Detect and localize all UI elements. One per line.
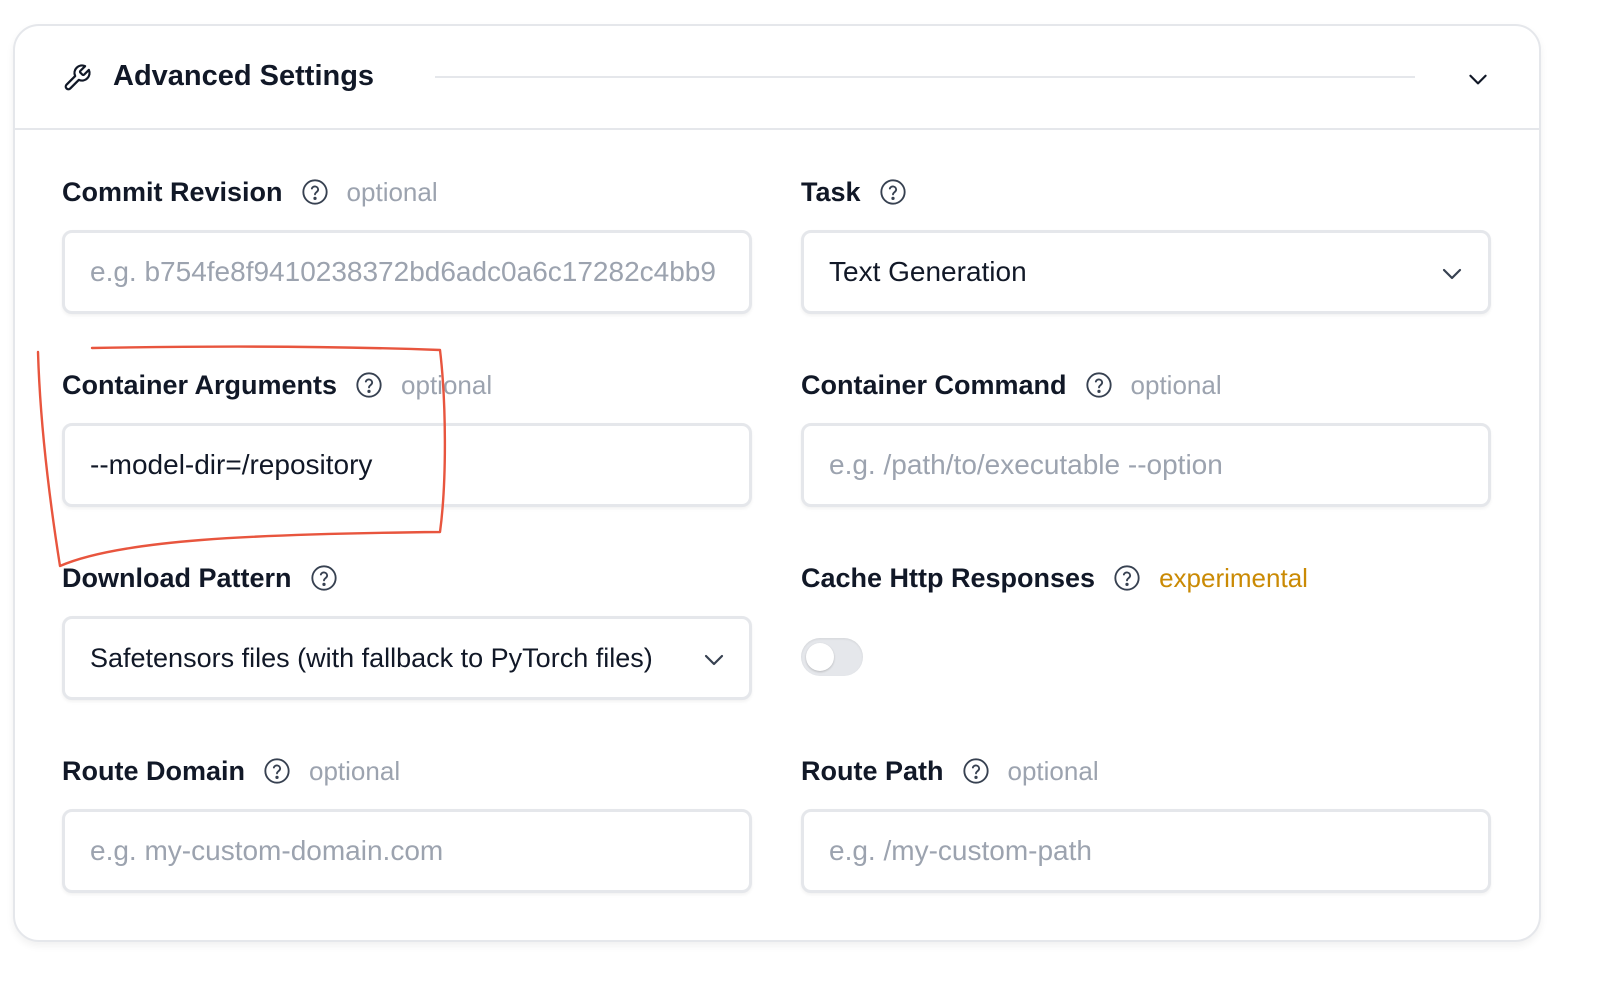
container-arguments-value: --model-dir=/repository: [90, 449, 373, 480]
commit-revision-placeholder: e.g. b754fe8f9410238372bd6adc0a6c17282c4…: [90, 256, 716, 287]
optional-tag: optional: [1130, 369, 1222, 400]
optional-tag: optional: [346, 176, 438, 207]
help-icon[interactable]: [301, 178, 329, 206]
download-pattern-selected-value: Safetensors files (with fallback to PyTo…: [90, 642, 653, 673]
route-domain-label: Route Domain: [62, 755, 246, 786]
commit-revision-label-row: Commit Revision optional: [62, 172, 438, 212]
download-pattern-select[interactable]: Safetensors files (with fallback to PyTo…: [62, 616, 752, 700]
help-icon[interactable]: [1113, 564, 1141, 592]
route-domain-label-row: Route Domain optional: [62, 751, 400, 791]
route-path-label-row: Route Path optional: [801, 751, 1099, 791]
task-label-row: Task: [801, 172, 907, 212]
route-domain-placeholder: e.g. my-custom-domain.com: [90, 835, 444, 866]
help-icon[interactable]: [310, 564, 338, 592]
help-icon[interactable]: [879, 178, 907, 206]
download-pattern-label-row: Download Pattern: [62, 558, 338, 598]
task-label: Task: [801, 176, 861, 207]
help-icon[interactable]: [1085, 371, 1113, 399]
container-arguments-label: Container Arguments: [62, 369, 338, 400]
wrench-icon: [64, 64, 91, 91]
toggle-knob: [806, 643, 834, 671]
route-domain-input[interactable]: e.g. my-custom-domain.com: [62, 809, 752, 893]
optional-tag: optional: [401, 369, 493, 400]
cache-http-responses-toggle[interactable]: [801, 638, 863, 676]
cache-http-responses-label: Cache Http Responses: [801, 562, 1096, 593]
panel-title: Advanced Settings: [113, 60, 375, 92]
advanced-settings-panel: Advanced Settings Commit Revision option…: [13, 24, 1541, 942]
container-command-placeholder: e.g. /path/to/executable --option: [829, 449, 1223, 480]
commit-revision-input[interactable]: e.g. b754fe8f9410238372bd6adc0a6c17282c4…: [62, 230, 752, 314]
download-pattern-label: Download Pattern: [62, 562, 292, 593]
chevron-down-icon[interactable]: [1465, 66, 1491, 92]
optional-tag: optional: [1007, 755, 1099, 786]
container-command-input[interactable]: e.g. /path/to/executable --option: [801, 423, 1491, 507]
route-path-placeholder: e.g. /my-custom-path: [829, 835, 1092, 866]
chevron-down-icon: [1442, 268, 1462, 280]
experimental-tag: experimental: [1159, 562, 1308, 593]
panel-header[interactable]: Advanced Settings: [15, 26, 1539, 130]
container-arguments-label-row: Container Arguments optional: [62, 365, 492, 405]
optional-tag: optional: [309, 755, 401, 786]
help-icon[interactable]: [962, 757, 990, 785]
header-divider: [435, 76, 1415, 78]
help-icon[interactable]: [355, 371, 383, 399]
container-arguments-input[interactable]: --model-dir=/repository: [62, 423, 752, 507]
container-command-label-row: Container Command optional: [801, 365, 1222, 405]
task-select[interactable]: Text Generation: [801, 230, 1491, 314]
route-path-input[interactable]: e.g. /my-custom-path: [801, 809, 1491, 893]
help-icon[interactable]: [263, 757, 291, 785]
container-command-label: Container Command: [801, 369, 1067, 400]
chevron-down-icon: [704, 654, 724, 666]
task-selected-value: Text Generation: [829, 256, 1027, 287]
cache-http-responses-label-row: Cache Http Responses experimental: [801, 558, 1308, 598]
route-path-label: Route Path: [801, 755, 944, 786]
commit-revision-label: Commit Revision: [62, 176, 283, 207]
